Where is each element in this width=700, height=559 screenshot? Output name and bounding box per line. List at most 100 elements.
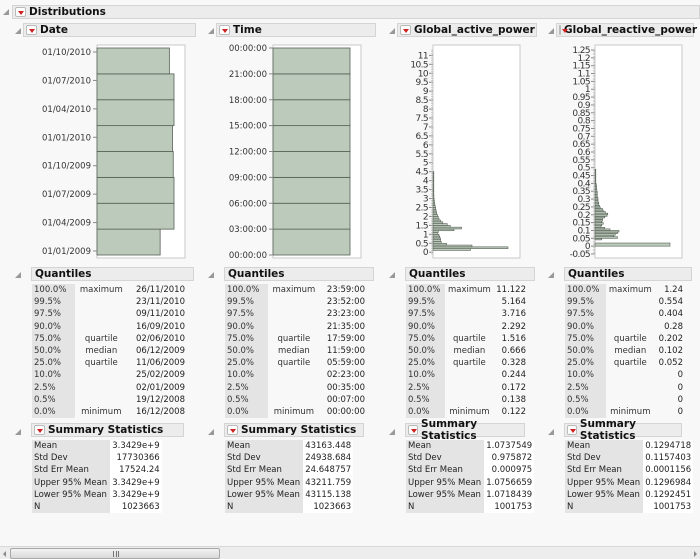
summary-value: 1.0756659 — [484, 476, 535, 489]
panel-menu-icon[interactable] — [400, 25, 411, 35]
summary-label: Upper 95% Mean — [225, 476, 304, 489]
quantile-name: median — [277, 346, 310, 357]
summary-label: Std Err Mean — [32, 464, 111, 477]
histogram-bar — [272, 228, 351, 256]
summary-value: 1.0718439 — [484, 488, 535, 501]
summary-value: 43211.759 — [303, 476, 354, 489]
summary-disclosure-icon[interactable] — [15, 429, 21, 435]
quantile-percent: 2.5% — [32, 381, 76, 394]
quantile-name — [606, 382, 655, 394]
horizontal-scrollbar[interactable] — [0, 546, 700, 559]
panel-disclosure-icon[interactable] — [15, 28, 21, 34]
quantile-value: 21:35:00 — [326, 321, 365, 332]
panel-menu-icon[interactable] — [559, 25, 568, 35]
quantile-percent: 0.5% — [565, 393, 606, 406]
quantile-row: 10.0% 02:23:00 — [225, 369, 367, 382]
quantile-percent: 2.5% — [565, 381, 606, 394]
quantiles-title: Quantiles — [228, 268, 285, 280]
scroll-left-icon[interactable] — [3, 551, 6, 557]
summary-label: Upper 95% Mean — [406, 476, 485, 489]
quantile-row: 97.5% 09/11/2010 — [32, 308, 187, 321]
scroll-right-icon[interactable] — [694, 551, 697, 557]
y-tick-label: 03:00:00 — [229, 225, 267, 235]
summary-disclosure-icon[interactable] — [548, 429, 554, 435]
quantile-value: 00:00:00 — [326, 406, 365, 417]
summary-label: Mean — [225, 440, 304, 453]
quantiles-table: 100.0% maximum 1.24 99.5% 0.554 97.5% 0.404 90.… — [565, 284, 685, 419]
quantile-value: 0.052 — [658, 358, 683, 369]
quantile-name: quartile — [452, 358, 486, 369]
histogram-bar — [272, 125, 351, 152]
quantile-percent: 50.0% — [32, 344, 76, 358]
quantile-name: minimum — [449, 406, 490, 417]
summary-label: Mean — [406, 440, 485, 453]
quantile-percent: 99.5% — [406, 296, 446, 309]
scroll-thumb[interactable] — [10, 548, 220, 559]
quantile-name — [445, 369, 493, 381]
quantile-percent: 10.0% — [225, 369, 268, 382]
y-tick-label: 06:00:00 — [229, 199, 267, 209]
quantile-value: 11/06/2009 — [136, 358, 185, 369]
quantile-row: 75.0% quartile 1.516 — [406, 332, 528, 345]
quantile-value: 25/02/2009 — [136, 370, 185, 381]
summary-value: 3.3429e+9 — [110, 476, 162, 489]
panel-menu-icon[interactable] — [219, 25, 230, 35]
quantile-value: 11:59:00 — [326, 346, 365, 357]
summary-label: Lower 95% Mean — [32, 488, 111, 501]
quantiles-disclosure-icon[interactable] — [389, 272, 395, 278]
summary-value: 0.1157403 — [643, 452, 694, 465]
summary-disclosure-icon[interactable] — [208, 429, 214, 435]
summary-value: 17524.24 — [110, 464, 162, 477]
panel-disclosure-icon[interactable] — [389, 28, 395, 34]
quantile-name — [445, 308, 493, 320]
y-tick-label: 9 — [423, 87, 429, 97]
summary-disclosure-icon[interactable] — [389, 429, 395, 435]
quantiles-disclosure-icon[interactable] — [548, 272, 554, 278]
summary-menu-icon[interactable] — [408, 425, 419, 435]
summary-row: Lower 95% Mean 3.3429e+9 — [32, 488, 162, 501]
quantiles-table: 100.0% maximum 23:59:00 99.5% 23:52:00 97.5% 2… — [225, 284, 367, 419]
panel-menu-icon[interactable] — [26, 25, 37, 35]
quantile-name — [606, 369, 655, 381]
quantile-row: 97.5% 3.716 — [406, 308, 528, 321]
summary-title: Summary Statistics — [579, 418, 636, 442]
summary-menu-icon[interactable] — [227, 425, 238, 435]
panel-disclosure-icon[interactable] — [208, 28, 214, 34]
quantile-value: 2.292 — [501, 321, 526, 332]
quantile-name — [75, 394, 128, 406]
panel-header: Global_reactive_power — [556, 23, 697, 37]
summary-label: N — [32, 500, 111, 514]
summary-header: Summary Statistics — [224, 423, 364, 437]
quantile-percent: 50.0% — [406, 344, 446, 358]
histogram-bar — [96, 125, 173, 152]
quantile-name — [268, 394, 320, 406]
y-tick-label: 2 — [423, 212, 428, 222]
quantile-row: 25.0% quartile 11/06/2009 — [32, 357, 187, 370]
quantile-percent: 100.0% — [565, 284, 606, 297]
summary-label: N — [565, 500, 644, 514]
quantile-percent: 100.0% — [406, 284, 446, 297]
panel-disclosure-icon[interactable] — [548, 28, 554, 34]
summary-value: 1023663 — [303, 500, 354, 514]
quantiles-header: Quantiles — [224, 267, 374, 281]
quantile-percent: 0.5% — [225, 393, 268, 406]
distributions-disclosure-icon[interactable] — [3, 9, 9, 15]
quantile-percent: 2.5% — [225, 381, 268, 394]
quantile-percent: 0.0% — [225, 405, 268, 419]
summary-menu-icon[interactable] — [567, 425, 577, 435]
y-tick-label: 10 — [418, 69, 429, 79]
quantile-percent: 0.0% — [565, 405, 606, 419]
quantile-value: 1.516 — [501, 333, 526, 344]
distributions-menu-icon[interactable] — [15, 7, 26, 17]
quantile-row: 0.5% 19/12/2008 — [32, 393, 187, 406]
summary-row: Mean 0.1294718 — [565, 440, 694, 453]
quantile-row: 99.5% 23:52:00 — [225, 296, 367, 309]
quantile-name: quartile — [452, 333, 486, 344]
summary-label: Lower 95% Mean — [225, 488, 304, 501]
quantile-row: 90.0% 21:35:00 — [225, 320, 367, 333]
quantile-percent: 99.5% — [225, 296, 268, 309]
summary-menu-icon[interactable] — [34, 425, 45, 435]
quantile-percent: 97.5% — [225, 308, 268, 321]
quantiles-disclosure-icon[interactable] — [15, 272, 21, 278]
quantiles-disclosure-icon[interactable] — [208, 272, 214, 278]
